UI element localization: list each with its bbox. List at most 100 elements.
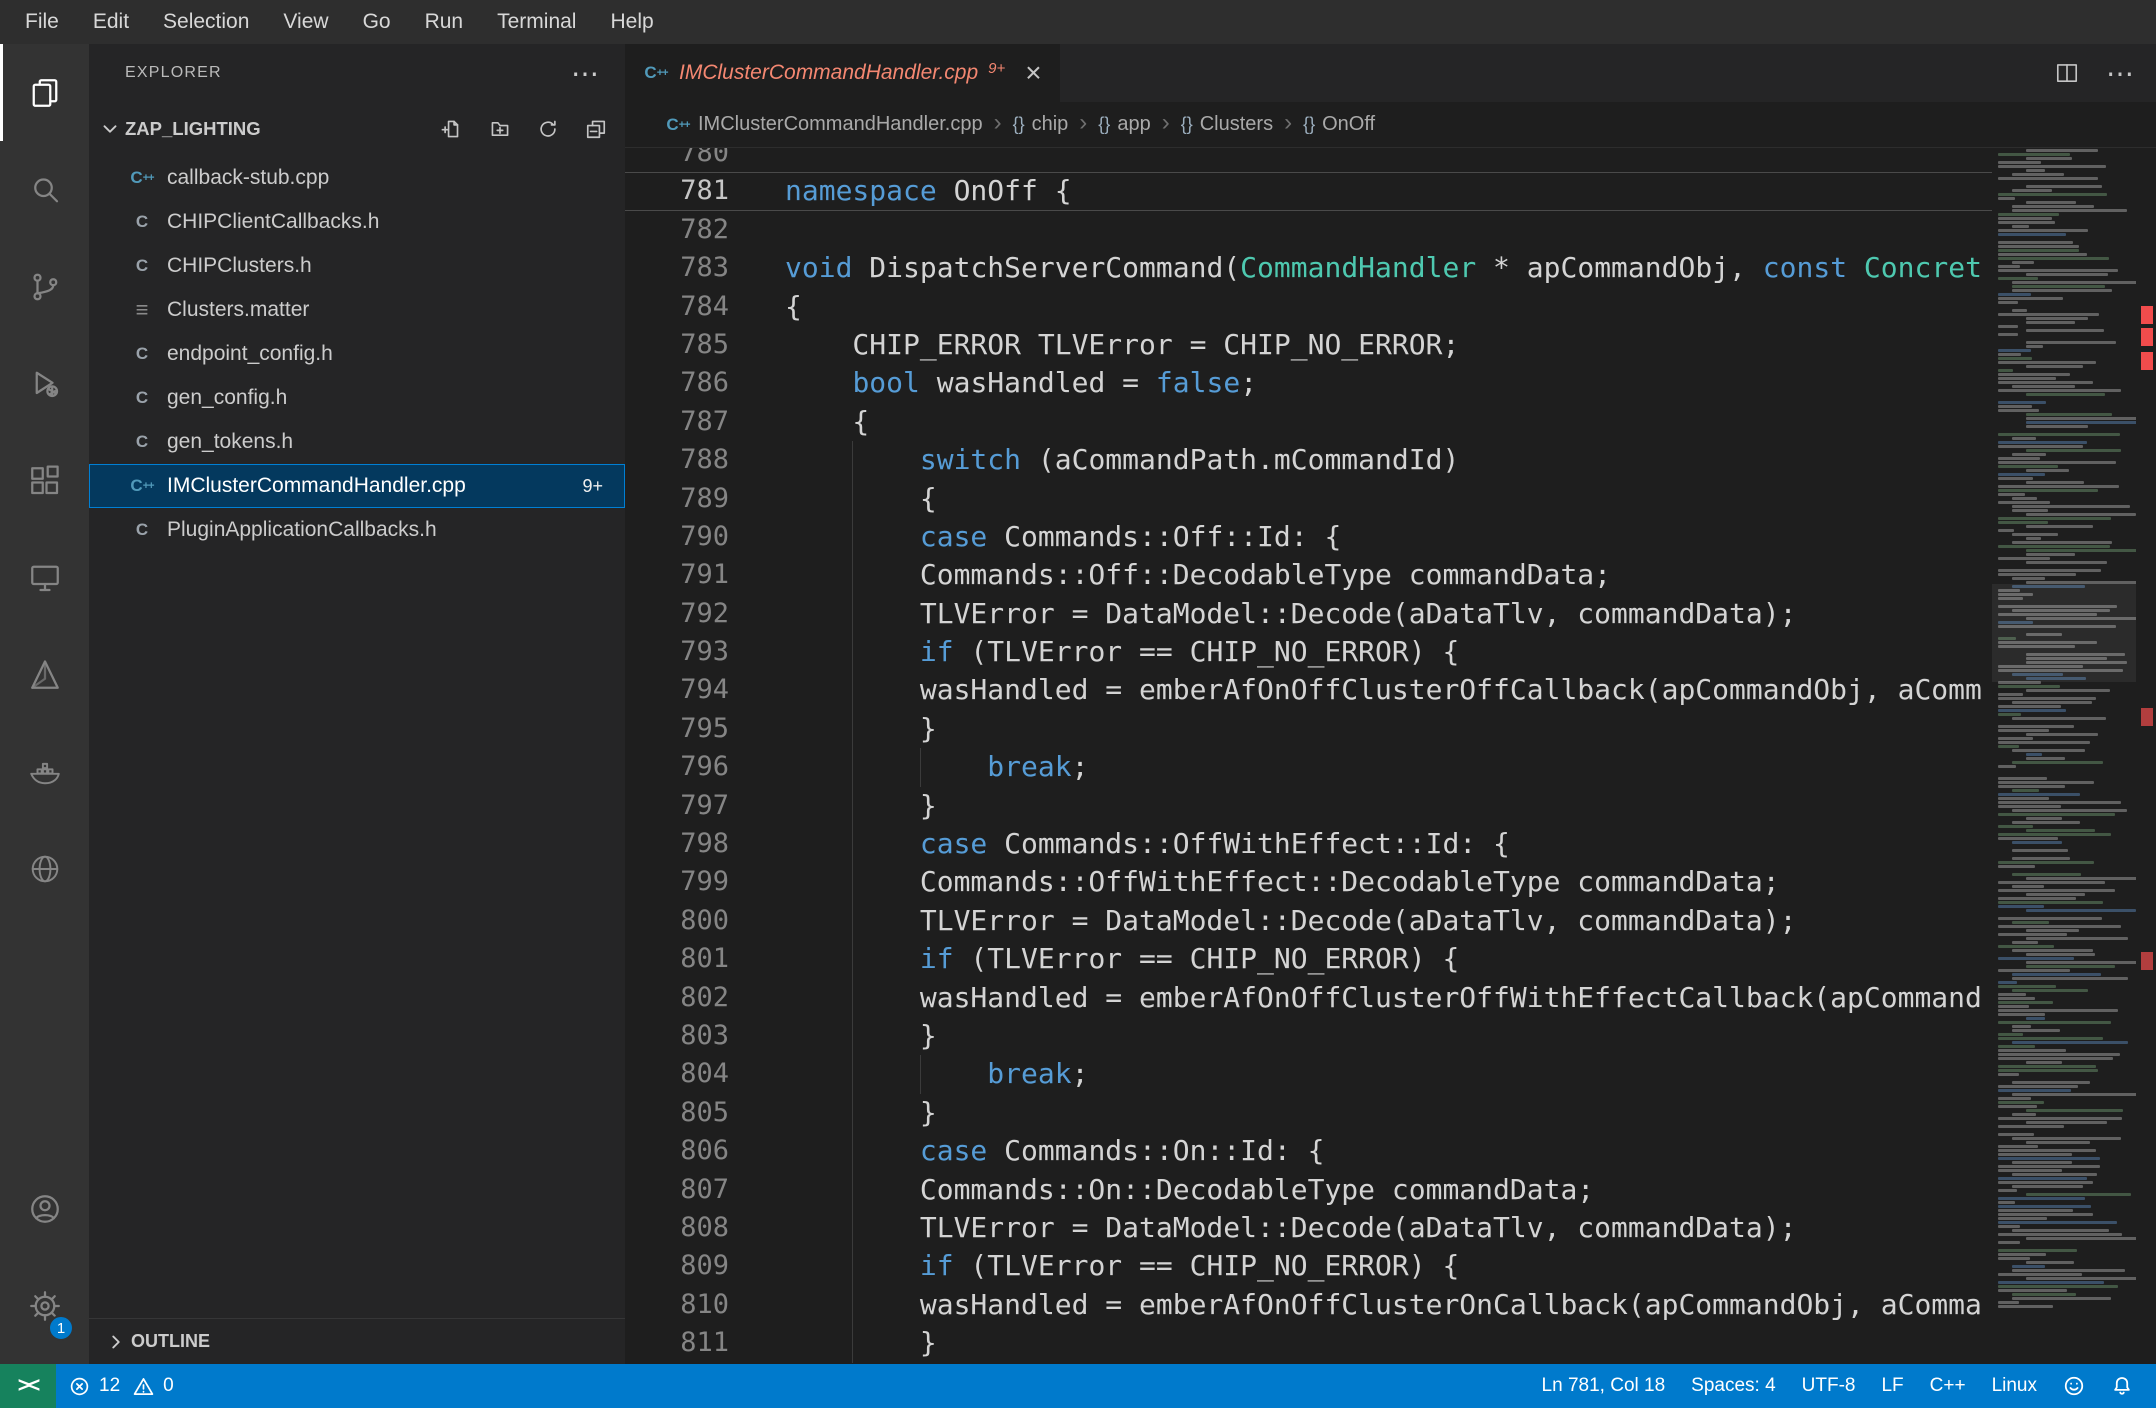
menu-view[interactable]: View [266,0,345,44]
line-content: wasHandled = emberAfOnOffClusterOffCallb… [785,671,1992,710]
status-cursor-position[interactable]: Ln 781, Col 18 [1529,1364,1679,1408]
code-line-804[interactable]: 804 break; [625,1055,1992,1094]
code-line-810[interactable]: 810 wasHandled = emberAfOnOffClusterOnCa… [625,1285,1992,1325]
code-line-789[interactable]: 789 { [625,479,1992,518]
code-line-808[interactable]: 808 TLVError = DataModel::Decode(aDataTl… [625,1208,1992,1248]
problems-status[interactable]: 12 0 [56,1364,191,1408]
file-gen_config.h[interactable]: Cgen_config.h [89,376,625,420]
indent-guide [919,748,921,787]
status-language-mode[interactable]: C++ [1917,1364,1979,1408]
code-line-792[interactable]: 792 TLVError = DataModel::Decode(aDataTl… [625,594,1992,634]
remote-indicator[interactable]: >< [0,1364,56,1408]
more-actions-icon[interactable]: ⋯ [571,57,599,90]
code-line-781[interactable]: 781 namespace OnOff { [625,172,1992,210]
code-line-805[interactable]: 805 } [625,1093,1992,1133]
line-number: 784 [680,290,729,322]
menu-edit[interactable]: Edit [76,0,146,44]
code-line-786[interactable]: 786 bool wasHandled = false; [625,364,1992,402]
explorer-section-header[interactable]: ZAP_LIGHTING [89,102,625,156]
menu-help[interactable]: Help [593,0,670,44]
activity-extensions[interactable] [0,432,89,529]
menu-run[interactable]: Run [408,0,481,44]
activity-remote-explorer[interactable] [0,529,89,626]
docker-whale-icon [29,762,60,784]
line-content: { [785,289,802,323]
sidebar-explorer: EXPLORER ⋯ ZAP_LIGHTING C ++ callback-stub… [89,44,625,1364]
code-line-807[interactable]: 807 Commands::On::DecodableType commandD… [625,1170,1992,1209]
menu-selection[interactable]: Selection [146,0,266,44]
split-editor-icon[interactable] [2054,60,2080,86]
code-line-785[interactable]: 785 CHIP_ERROR TLVError = CHIP_NO_ERROR; [625,326,1992,364]
breadcrumb-chip[interactable]: {} chip [1013,113,1069,136]
status-eol[interactable]: LF [1868,1364,1916,1408]
status-remote-os[interactable]: Linux [1979,1364,2050,1408]
menu-file[interactable]: File [8,0,76,44]
activity-cmake[interactable] [0,626,89,723]
close-icon[interactable]: × [1025,59,1041,87]
code-line-790[interactable]: 790 case Commands::Off::Id: { [625,517,1992,557]
activity-run-debug[interactable] [0,335,89,432]
code-line-798[interactable]: 798 case Commands::OffWithEffect::Id: { [625,825,1992,864]
file-CHIPClientCallbacks.h[interactable]: C CHIPClientCallbacks.h [89,200,625,244]
menu-terminal[interactable]: Terminal [480,0,593,44]
code-line-794[interactable]: 794 wasHandled = emberAfOnOffClusterOffC… [625,671,1992,710]
breadcrumb-IMClusterCommandHandler.cpp[interactable]: C ++ IMClusterCommandHandler.cpp [665,113,982,136]
code-line-811[interactable]: 811 } [625,1324,1992,1363]
menu-go[interactable]: Go [346,0,408,44]
activity-source-control[interactable] [0,238,89,335]
activity-live-preview[interactable] [0,820,89,917]
code-line-788[interactable]: 788 switch (aCommandPath.mCommandId) [625,441,1992,480]
minimap[interactable] [1992,148,2136,1364]
breadcrumb-OnOff[interactable]: {} OnOff [1303,113,1375,136]
breadcrumb-app[interactable]: {} app [1098,113,1150,136]
settings-badge: 1 [48,1315,74,1341]
code-line-802[interactable]: 802 wasHandled = emberAfOnOffClusterOffW… [625,978,1992,1017]
notifications-bell-icon[interactable] [2098,1364,2146,1408]
status-indentation[interactable]: Spaces: 4 [1678,1364,1789,1408]
status-encoding[interactable]: UTF-8 [1789,1364,1869,1408]
breadcrumb-Clusters[interactable]: {} Clusters [1181,113,1273,136]
code-line-787[interactable]: 787 { [625,403,1992,441]
collapse-all-icon[interactable] [585,118,607,140]
code-line-784[interactable]: 784 { [625,288,1992,326]
ellipsis-icon[interactable]: ⋯ [2106,57,2134,90]
code-line-801[interactable]: 801 if (TLVError == CHIP_NO_ERROR) { [625,940,1992,979]
file-endpoint_config.h[interactable]: Cendpoint_config.h [89,332,625,376]
activity-settings[interactable]: 1 [0,1257,89,1354]
code-line-809[interactable]: 809 if (TLVError == CHIP_NO_ERROR) { [625,1247,1992,1286]
code-area[interactable]: 780 781 namespace OnOff {782 783 void Dispat… [625,148,1992,1364]
activity-docker[interactable] [0,723,89,820]
line-number: 799 [680,866,729,898]
code-line-791[interactable]: 791 Commands::Off::DecodableType command… [625,556,1992,595]
c-header-icon: C [135,520,149,539]
file-PluginApplicationCallbacks.h[interactable]: C PluginApplicationCallbacks.h [89,508,625,552]
code-line-806[interactable]: 806 case Commands::On::Id: { [625,1132,1992,1171]
code-line-800[interactable]: 800 TLVError = DataModel::Decode(aDataTl… [625,901,1992,941]
code-line-795[interactable]: 795 } [625,709,1992,749]
file-IMClusterCommandHandler.cpp[interactable]: C ++ IMClusterCommandHandler.cpp 9+ [89,464,625,508]
file-CHIPClusters.h[interactable]: C CHIPClusters.h [89,244,625,288]
code-line-797[interactable]: 797 } [625,786,1992,826]
file-gen_tokens.h[interactable]: Cgen_tokens.h [89,420,625,464]
file-callback-stub.cpp[interactable]: C ++ callback-stub.cpp [89,156,625,200]
activity-search[interactable] [0,141,89,238]
outline-section-header[interactable]: OUTLINE [89,1318,625,1364]
code-line-793[interactable]: 793 if (TLVError == CHIP_NO_ERROR) { [625,633,1992,672]
feedback-smiley-icon[interactable] [2050,1364,2098,1408]
code-line-783[interactable]: 783 void DispatchServerCommand(CommandHan… [625,249,1992,287]
new-folder-icon[interactable] [489,118,511,140]
tab-file-icon-slot: C ++ [643,63,669,83]
activity-explorer[interactable] [0,44,89,141]
code-line-782[interactable]: 782 [625,211,1992,249]
code-line-780[interactable]: 780 [625,148,1992,172]
minimap-slider[interactable] [1992,584,2136,682]
refresh-icon[interactable] [537,118,559,140]
tab-imclustercommandhandler[interactable]: C ++ IMClusterCommandHandler.cpp 9+ × [625,44,1060,102]
file-Clusters.matter[interactable]: ≡ Clusters.matter [89,288,625,332]
code-line-803[interactable]: 803 } [625,1016,1992,1056]
code-line-796[interactable]: 796 break; [625,748,1992,787]
new-file-icon[interactable] [441,118,463,140]
indent-guide [852,901,854,941]
activity-account[interactable] [0,1160,89,1257]
code-line-799[interactable]: 799 Commands::OffWithEffect::DecodableTy… [625,863,1992,902]
